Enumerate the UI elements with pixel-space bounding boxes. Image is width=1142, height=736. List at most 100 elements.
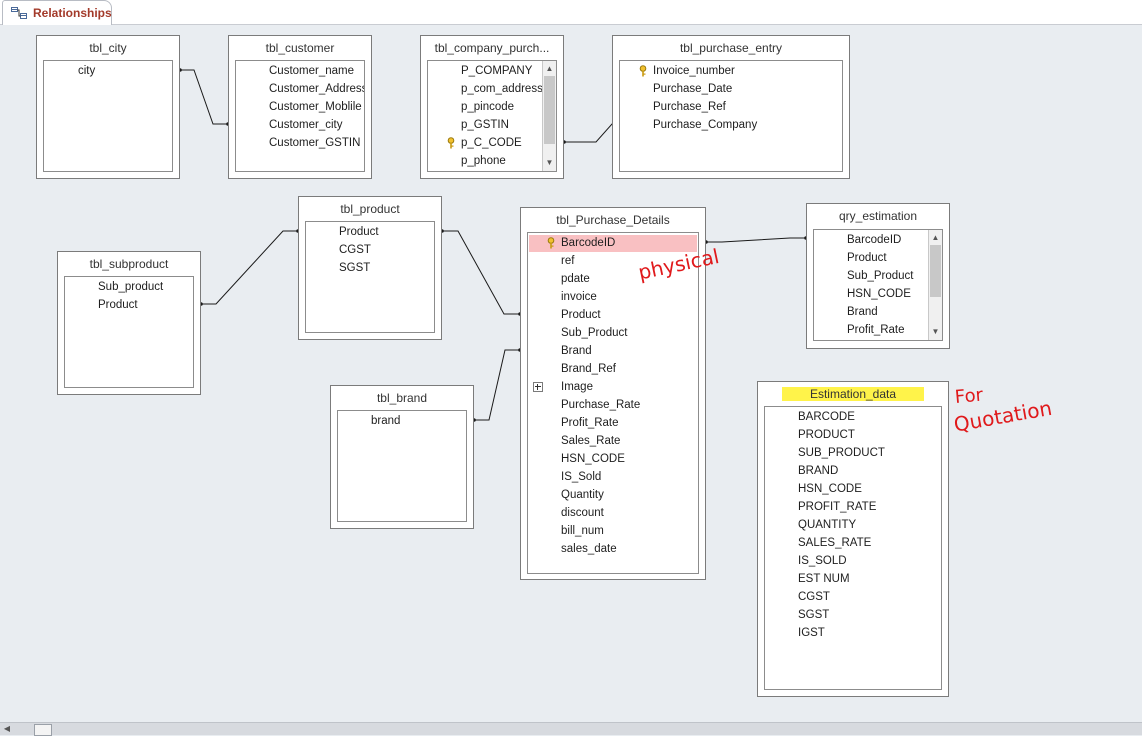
table-estimation-data[interactable]: Estimation_data BARCODE PRODUCT SUB_PROD…: [757, 381, 949, 697]
relationship-line: [474, 349, 520, 421]
field-item[interactable]: SGST: [339, 260, 370, 277]
field-item[interactable]: Sub_Product: [561, 325, 628, 342]
primary-key-icon: [638, 65, 648, 77]
field-item[interactable]: PRODUCT: [798, 427, 855, 444]
primary-key-icon: [446, 137, 456, 149]
field-item[interactable]: city: [78, 63, 95, 80]
field-item[interactable]: discount: [561, 505, 604, 522]
field-item[interactable]: BRAND: [798, 463, 838, 480]
field-item[interactable]: p_GSTIN: [461, 117, 509, 134]
field-item[interactable]: IGST: [798, 625, 825, 642]
field-list: BarcodeID Product Sub_Product HSN_CODE B…: [813, 229, 943, 341]
field-item[interactable]: brand: [371, 413, 400, 430]
field-item[interactable]: sales_date: [561, 541, 617, 558]
field-item[interactable]: Purchase_Rate: [561, 397, 640, 414]
expand-icon[interactable]: [533, 382, 543, 392]
field-item[interactable]: Purchase_Ref: [653, 99, 726, 116]
table-tbl-customer[interactable]: tbl_customer Customer_name Customer_Addr…: [228, 35, 372, 179]
field-item[interactable]: Product: [339, 224, 379, 241]
field-item[interactable]: HSN_CODE: [561, 451, 625, 468]
field-list: BARCODE PRODUCT SUB_PRODUCT BRAND HSN_CO…: [764, 406, 942, 690]
field-item[interactable]: Purchase_Company: [653, 117, 757, 134]
scroll-down-arrow-icon[interactable]: ▼: [929, 325, 942, 338]
field-item[interactable]: Sub_product: [98, 279, 163, 296]
field-item[interactable]: PROFIT_RATE: [798, 499, 876, 516]
table-title: tbl_Purchase_Details: [556, 213, 670, 227]
field-item[interactable]: SGST: [798, 607, 829, 624]
field-item[interactable]: Product: [847, 250, 887, 267]
field-item[interactable]: Customer_name: [269, 63, 354, 80]
tab-relationships[interactable]: Relationships: [2, 0, 112, 25]
field-item[interactable]: Profit_Rate: [847, 322, 905, 339]
field-item[interactable]: Purchase_Date: [653, 81, 732, 98]
field-item[interactable]: p_com_address: [461, 81, 543, 98]
field-item[interactable]: Customer_Address: [269, 81, 364, 98]
relationships-icon: [11, 6, 27, 20]
field-list: P_COMPANY p_com_address p_pincode p_GSTI…: [427, 60, 557, 172]
field-list: Sub_product Product: [64, 276, 194, 388]
field-item[interactable]: BarcodeID: [847, 232, 901, 249]
field-item[interactable]: pdate: [561, 271, 590, 288]
field-item[interactable]: CGST: [798, 589, 830, 606]
field-item[interactable]: Quantity: [561, 487, 604, 504]
scroll-up-arrow-icon[interactable]: ▲: [929, 231, 942, 244]
field-item[interactable]: HSN_CODE: [847, 286, 911, 303]
table-title: tbl_product: [340, 202, 400, 216]
annotation-for: For: [954, 384, 984, 408]
vertical-scrollbar[interactable]: ▲ ▼: [542, 61, 556, 171]
field-item[interactable]: HSN_CODE: [798, 481, 862, 498]
scroll-thumb[interactable]: [930, 245, 941, 297]
table-title: tbl_subproduct: [89, 257, 169, 271]
table-tbl-city[interactable]: tbl_city city: [36, 35, 180, 179]
scroll-thumb[interactable]: [544, 76, 555, 144]
field-item[interactable]: BarcodeID: [561, 235, 615, 252]
field-item[interactable]: p_C_CODE: [461, 135, 522, 152]
scroll-up-arrow-icon[interactable]: ▲: [543, 62, 556, 75]
field-item[interactable]: QUANTITY: [798, 517, 856, 534]
field-item[interactable]: Brand: [847, 304, 878, 321]
field-item[interactable]: p_pincode: [461, 99, 514, 116]
field-item[interactable]: IS_Sold: [561, 469, 601, 486]
table-tbl-subproduct[interactable]: tbl_subproduct Sub_product Product: [57, 251, 201, 395]
field-item[interactable]: p_phone: [461, 153, 506, 170]
field-item[interactable]: Customer_Moblile: [269, 99, 362, 116]
field-item[interactable]: P_COMPANY: [461, 63, 532, 80]
field-item[interactable]: CGST: [339, 242, 371, 259]
field-item[interactable]: Customer_city: [269, 117, 343, 134]
field-item[interactable]: Sales_Rate: [561, 433, 620, 450]
table-tbl-company-purch[interactable]: tbl_company_purch... P_COMPANY p_com_add…: [420, 35, 564, 179]
field-item[interactable]: SALES_RATE: [798, 535, 871, 552]
query-qry-estimation[interactable]: qry_estimation BarcodeID Product Sub_Pro…: [806, 203, 950, 349]
field-item[interactable]: ref: [561, 253, 574, 270]
field-item[interactable]: BARCODE: [798, 409, 855, 426]
table-title-highlighted: Estimation_data: [781, 387, 925, 401]
field-item[interactable]: Customer_GSTIN: [269, 135, 360, 152]
field-item[interactable]: SUB_PRODUCT: [798, 445, 885, 462]
table-tbl-brand[interactable]: tbl_brand brand: [330, 385, 474, 529]
relationships-canvas: tbl_city city tbl_customer Customer_name…: [0, 25, 1142, 722]
table-tbl-product[interactable]: tbl_product Product CGST SGST: [298, 196, 442, 340]
table-title: tbl_company_purch...: [434, 41, 550, 55]
field-item[interactable]: Sub_Product: [847, 268, 914, 285]
horizontal-scrollbar[interactable]: ◀: [0, 722, 1142, 736]
field-list: brand: [337, 410, 467, 522]
field-item[interactable]: Product: [98, 297, 138, 314]
vertical-scrollbar[interactable]: ▲ ▼: [928, 230, 942, 340]
field-item[interactable]: bill_num: [561, 523, 604, 540]
field-item[interactable]: Brand: [561, 343, 592, 360]
field-item[interactable]: EST NUM: [798, 571, 850, 588]
tab-label: Relationships: [33, 6, 112, 20]
scroll-left-arrow-icon[interactable]: ◀: [0, 723, 14, 735]
scroll-thumb[interactable]: [34, 724, 52, 736]
field-item[interactable]: Image: [561, 379, 593, 396]
table-title: tbl_purchase_entry: [679, 41, 783, 55]
field-item[interactable]: Profit_Rate: [561, 415, 619, 432]
field-item[interactable]: IS_SOLD: [798, 553, 847, 570]
scroll-down-arrow-icon[interactable]: ▼: [543, 156, 556, 169]
field-item[interactable]: Brand_Ref: [561, 361, 616, 378]
field-item[interactable]: Product: [561, 307, 601, 324]
field-item[interactable]: Invoice_number: [653, 63, 735, 80]
table-tbl-purchase-entry[interactable]: tbl_purchase_entry Invoice_number Purcha…: [612, 35, 850, 179]
field-item[interactable]: invoice: [561, 289, 597, 306]
relationship-line: [201, 230, 298, 305]
